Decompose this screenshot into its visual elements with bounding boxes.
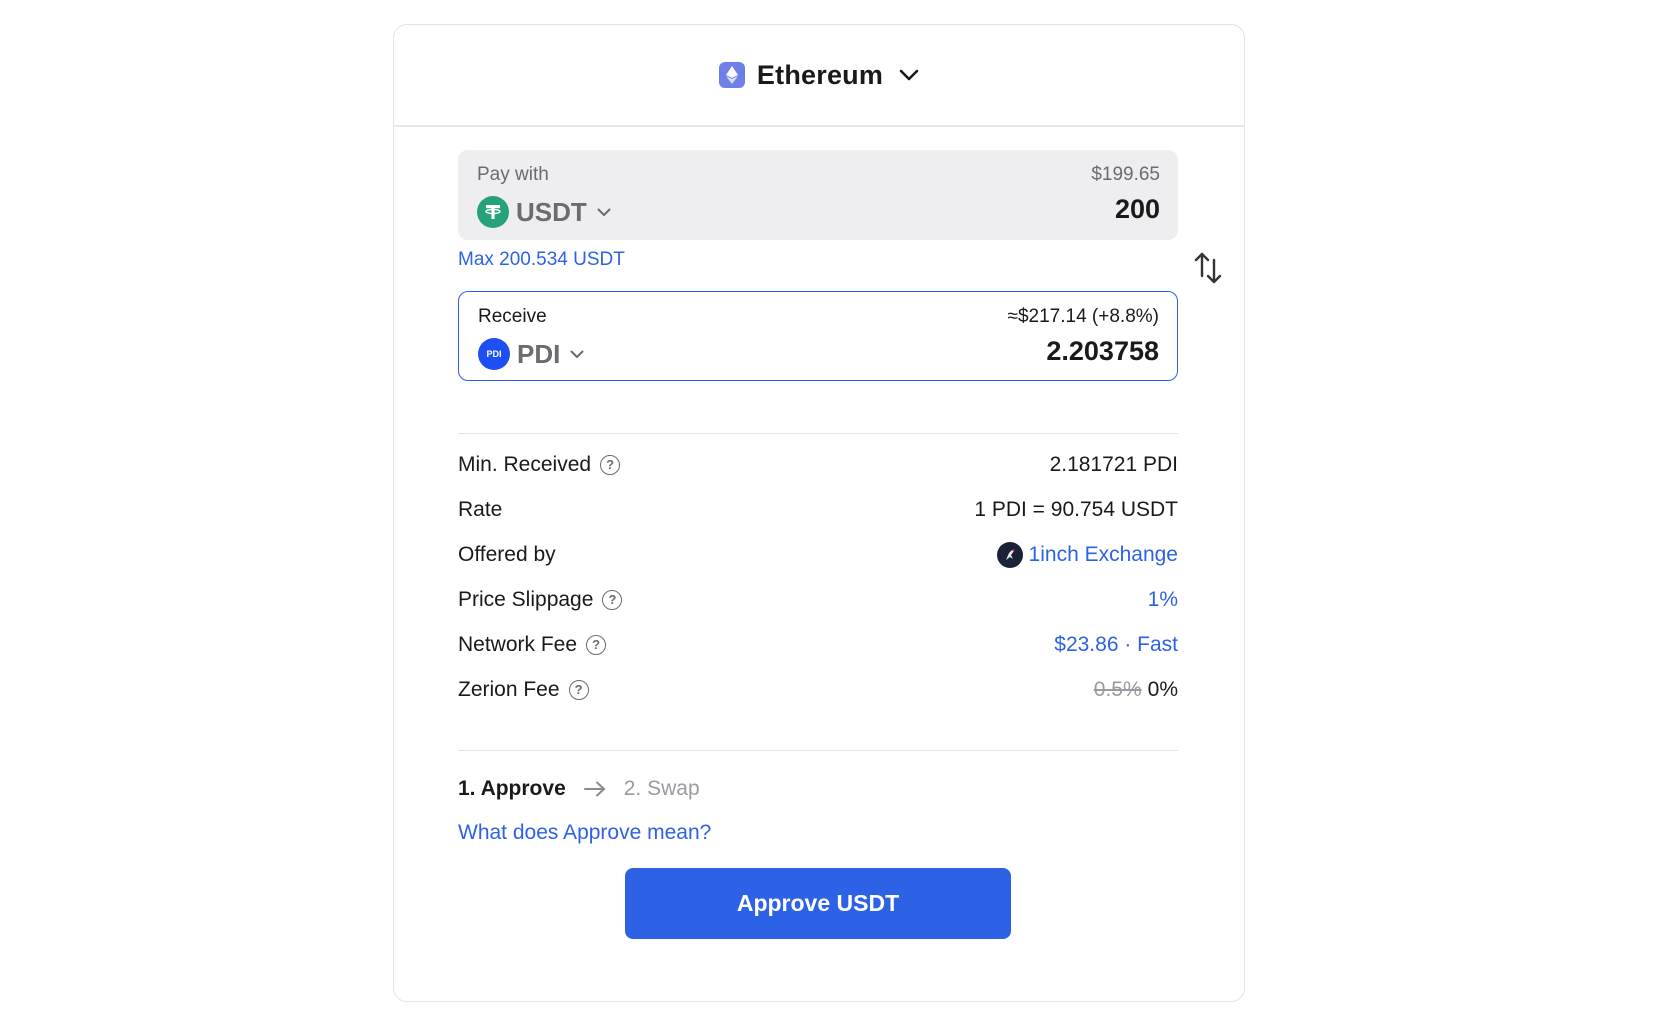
detail-row-network-fee: Network Fee ? $23.86 · Fast	[458, 622, 1178, 667]
old-fee-value: 0.5%	[1093, 677, 1142, 701]
help-icon[interactable]: ?	[602, 589, 623, 610]
detail-label: Network Fee	[458, 632, 578, 656]
detail-label: Min. Received	[458, 452, 592, 476]
swap-direction-icon[interactable]	[1193, 250, 1223, 286]
detail-value: 2.181721 PDI	[1049, 452, 1178, 476]
chevron-down-icon	[899, 69, 919, 81]
detail-row-price-slippage: Price Slippage ? 1%	[458, 577, 1178, 622]
receive-usd-value: ≈$217.14 (+8.8%)	[1007, 306, 1159, 327]
detail-row-zerion-fee: Zerion Fee ? 0.5% 0%	[458, 667, 1178, 712]
detail-label: Zerion Fee	[458, 677, 560, 701]
pay-token-selector[interactable]: USDT	[477, 196, 611, 228]
swap-details: Min. Received ? 2.181721 PDI Rate 1 PDI …	[458, 433, 1178, 712]
swap-body: Pay with $199.65 USDT 200 Max 200.534 US…	[458, 150, 1222, 939]
detail-label: Price Slippage	[458, 587, 594, 611]
fee-value: 0%	[1147, 677, 1178, 701]
receive-label: Receive	[478, 306, 547, 327]
approve-help-link[interactable]: What does Approve mean?	[458, 821, 1178, 845]
arrow-right-icon	[583, 781, 606, 797]
network-selector[interactable]: Ethereum	[394, 25, 1244, 127]
1inch-logo-icon	[996, 541, 1023, 568]
help-icon[interactable]: ?	[568, 679, 589, 700]
detail-label: Rate	[458, 497, 503, 521]
detail-row-offered-by: Offered by 1inch Exchange	[458, 532, 1178, 577]
pay-token-name: USDT	[516, 196, 587, 227]
receive-input-box[interactable]: Receive ≈$217.14 (+8.8%) PDI PDI 2.20375…	[458, 291, 1178, 381]
help-icon[interactable]: ?	[600, 454, 621, 475]
help-icon[interactable]: ?	[586, 634, 607, 655]
network-name: Ethereum	[756, 59, 884, 90]
network-fee-link[interactable]: $23.86 · Fast	[1054, 633, 1178, 657]
swap-card: Ethereum Pay with $199.65 USDT 200 Max 2…	[393, 24, 1245, 1002]
detail-label: Offered by	[458, 542, 556, 566]
provider-link[interactable]: 1inch Exchange	[1029, 543, 1178, 567]
detail-row-rate: Rate 1 PDI = 90.754 USDT	[458, 487, 1178, 532]
chevron-down-icon	[570, 350, 584, 359]
receive-token-selector[interactable]: PDI PDI	[478, 338, 584, 370]
step-approve: 1. Approve	[458, 777, 566, 800]
detail-row-min-received: Min. Received ? 2.181721 PDI	[458, 442, 1178, 487]
step-swap: 2. Swap	[623, 777, 700, 800]
pdi-icon-label: PDI	[486, 349, 502, 359]
detail-value: 1 PDI = 90.754 USDT	[974, 497, 1178, 521]
receive-amount[interactable]: 2.203758	[1046, 336, 1159, 367]
chevron-down-icon	[597, 208, 611, 217]
receive-token-name: PDI	[517, 338, 561, 369]
pay-label: Pay with	[477, 164, 549, 185]
usdt-icon	[477, 196, 509, 228]
divider	[458, 750, 1178, 751]
pay-input-box[interactable]: Pay with $199.65 USDT 200	[458, 150, 1178, 240]
ethereum-icon	[718, 62, 745, 88]
approve-button[interactable]: Approve USDT	[625, 868, 1011, 939]
pay-usd-value: $199.65	[1091, 164, 1160, 185]
slippage-link[interactable]: 1%	[1148, 588, 1178, 612]
pdi-icon: PDI	[478, 338, 510, 370]
pay-amount[interactable]: 200	[1115, 194, 1160, 225]
max-balance-link[interactable]: Max 200.534 USDT	[458, 249, 1178, 271]
steps-indicator: 1. Approve 2. Swap	[458, 775, 1178, 803]
